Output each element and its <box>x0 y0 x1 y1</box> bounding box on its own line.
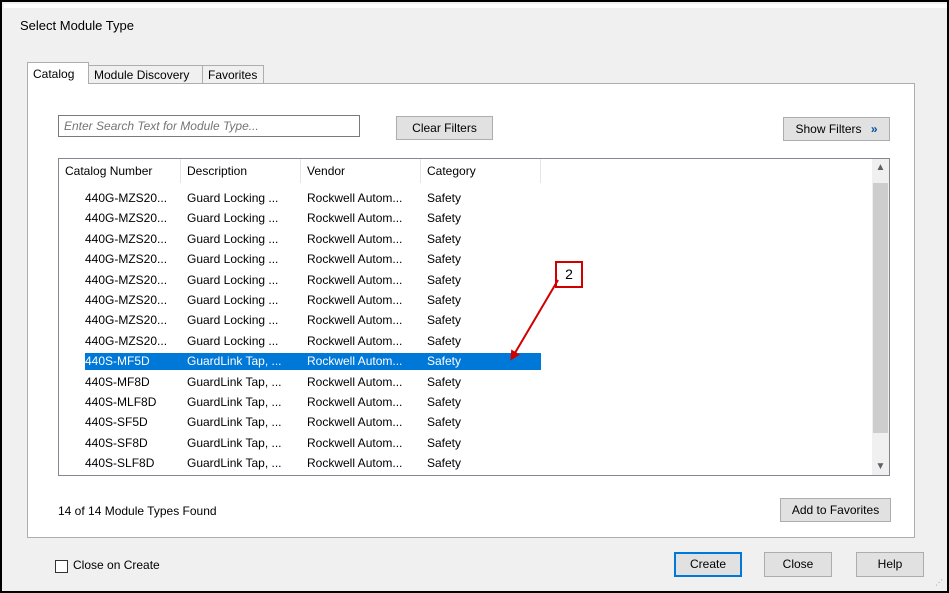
table-cell: Safety <box>427 374 462 389</box>
table-cell: 440S-SLF8D <box>85 456 155 471</box>
add-to-favorites-button[interactable]: Add to Favorites <box>780 498 891 522</box>
table-cell: Rockwell Autom... <box>307 415 403 430</box>
table-cell: 440G-MZS20... <box>85 272 168 287</box>
table-cell: Guard Locking ... <box>187 272 279 287</box>
table-cell: Safety <box>427 354 462 369</box>
table-cell: GuardLink Tap, ... <box>187 354 282 369</box>
table-cell: GuardLink Tap, ... <box>187 395 282 409</box>
table-cell: Safety <box>427 435 462 450</box>
table-cell: 440G-MZS20... <box>85 293 168 307</box>
double-chevron-down-icon: » <box>870 122 878 136</box>
table-cell: Rockwell Autom... <box>307 395 403 409</box>
table-cell: Guard Locking ... <box>187 231 279 246</box>
table-cell: Rockwell Autom... <box>307 293 403 307</box>
dialog-title: Select Module Type <box>20 18 134 33</box>
table-cell: Safety <box>427 456 462 471</box>
table-cell: Rockwell Autom... <box>307 313 403 328</box>
table-cell: GuardLink Tap, ... <box>187 374 282 389</box>
table-cell: Rockwell Autom... <box>307 354 403 369</box>
table-cell: Rockwell Autom... <box>307 211 403 226</box>
column-header-category[interactable]: Category <box>421 159 541 183</box>
column-header-description[interactable]: Description <box>181 159 301 183</box>
table-cell: Rockwell Autom... <box>307 252 403 267</box>
results-count: 14 of 14 Module Types Found <box>58 504 217 518</box>
tab-favorites[interactable]: Favorites <box>202 65 264 83</box>
table-cell: 440S-MF5D <box>85 354 150 369</box>
table-cell: Safety <box>427 231 462 246</box>
table-cell: Rockwell Autom... <box>307 456 403 471</box>
table-cell: Safety <box>427 333 462 348</box>
table-cell: 440G-MZS20... <box>85 252 168 267</box>
tab-catalog[interactable]: Catalog <box>27 62 89 84</box>
table-cell: 440S-SF5D <box>85 415 148 430</box>
show-filters-button[interactable]: Show Filters » <box>783 117 890 141</box>
module-list[interactable]: Catalog Number Description Vendor Catego… <box>58 158 890 476</box>
resize-grip-icon[interactable]: ⋰ <box>935 578 943 587</box>
table-cell: Guard Locking ... <box>187 191 279 205</box>
table-cell: 440S-SF8D <box>85 435 148 450</box>
create-button[interactable]: Create <box>674 552 742 577</box>
table-cell: 440G-MZS20... <box>85 313 168 328</box>
catalog-panel: Clear Filters Show Filters » Catalog Num… <box>27 83 915 538</box>
scroll-down-icon[interactable]: ▼ <box>872 458 889 475</box>
table-cell: Guard Locking ... <box>187 211 279 226</box>
table-cell: Safety <box>427 211 462 226</box>
table-cell: Rockwell Autom... <box>307 272 403 287</box>
table-cell: Rockwell Autom... <box>307 333 403 348</box>
close-on-create-checkbox[interactable] <box>55 560 68 573</box>
close-button[interactable]: Close <box>764 552 832 577</box>
table-cell: Safety <box>427 395 462 409</box>
table-cell: Rockwell Autom... <box>307 435 403 450</box>
table-cell: Safety <box>427 293 462 307</box>
table-cell: Rockwell Autom... <box>307 191 403 205</box>
table-cell: Guard Locking ... <box>187 313 279 328</box>
vertical-scrollbar[interactable]: ▲ ▼ <box>872 159 889 475</box>
scrollbar-thumb[interactable] <box>873 183 888 433</box>
table-cell: Rockwell Autom... <box>307 231 403 246</box>
table-cell: 440S-MLF8D <box>85 395 157 409</box>
table-cell: 440G-MZS20... <box>85 231 168 246</box>
table-cell: Safety <box>427 415 462 430</box>
show-filters-label: Show Filters <box>795 122 862 136</box>
annotation-callout: 2 <box>555 261 583 288</box>
table-cell: GuardLink Tap, ... <box>187 415 282 430</box>
table-cell: 440G-MZS20... <box>85 333 168 348</box>
table-cell: 440G-MZS20... <box>85 191 168 205</box>
table-cell: Guard Locking ... <box>187 252 279 267</box>
table-cell: GuardLink Tap, ... <box>187 435 282 450</box>
table-row[interactable]: 440S-MF5D GuardLink Tap, ... Rockwell Auto… <box>85 353 541 371</box>
table-cell: Safety <box>427 272 462 287</box>
table-cell: Guard Locking ... <box>187 293 279 307</box>
help-button[interactable]: Help <box>856 552 924 577</box>
table-cell: GuardLink Tap, ... <box>187 456 282 471</box>
column-header-vendor[interactable]: Vendor <box>301 159 421 183</box>
table-cell: 440S-MF8D <box>85 374 150 389</box>
clear-filters-label: Clear Filters <box>412 121 477 135</box>
search-input[interactable] <box>58 115 360 137</box>
table-cell: Rockwell Autom... <box>307 374 403 389</box>
title-bar-strip <box>4 4 947 8</box>
table-cell: Safety <box>427 252 462 267</box>
table-cell: Safety <box>427 313 462 328</box>
close-on-create-label: Close on Create <box>73 558 160 572</box>
clear-filters-button[interactable]: Clear Filters <box>396 116 493 140</box>
tab-module-discovery[interactable]: Module Discovery <box>88 65 203 83</box>
table-cell: Safety <box>427 191 462 205</box>
column-header-catalog-number[interactable]: Catalog Number <box>59 159 181 183</box>
table-cell: 440G-MZS20... <box>85 211 168 226</box>
table-cell: Guard Locking ... <box>187 333 279 348</box>
scroll-up-icon[interactable]: ▲ <box>872 159 889 176</box>
